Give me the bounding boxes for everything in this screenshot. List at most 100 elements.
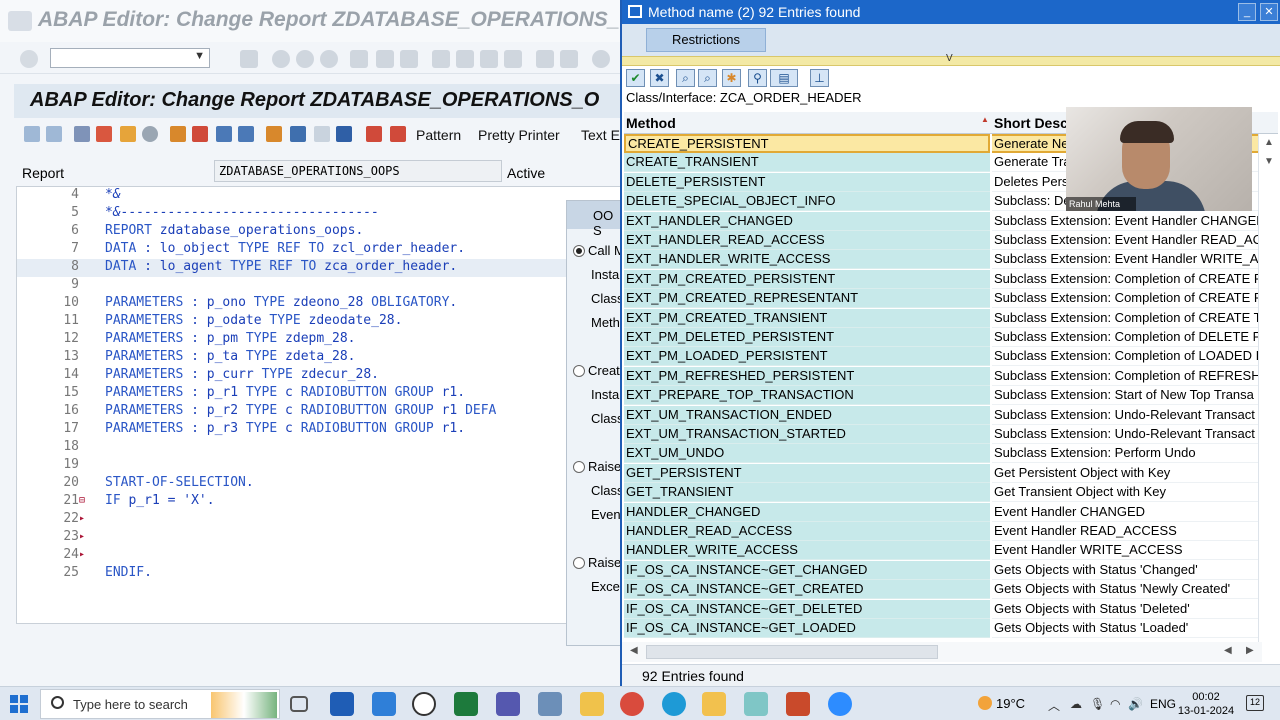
short-description-cell[interactable]: Gets Objects with Status 'Deleted' [992,599,1258,619]
scroll-right-icon[interactable]: ▶ [1246,645,1254,656]
cancel-icon[interactable] [320,50,338,68]
method-name-cell[interactable]: IF_OS_CA_INSTANCE~GET_LOADED [624,619,990,638]
checkmark-icon[interactable]: ✔ [626,69,645,87]
scroll-left-end-icon[interactable]: ◀ [1224,645,1232,656]
close-icon[interactable]: ✕ [1260,3,1278,21]
vertical-scrollbar[interactable]: ▲ ▼ [1258,134,1278,644]
table-row[interactable]: EXT_PM_CREATED_PERSISTENT Subclass Extens… [624,269,1258,289]
short-description-cell[interactable]: Subclass Extension: Event Handler CHANGE… [992,211,1258,231]
code-line[interactable]: 15 PARAMETERS : p_r1 TYPE c RADIOBUTTON G… [17,385,627,403]
code-line[interactable]: 16 PARAMETERS : p_r2 TYPE c RADIOBUTTON G… [17,403,627,421]
notes-app-icon[interactable] [744,692,768,716]
radio-button[interactable] [573,245,585,257]
method-name-cell[interactable]: IF_OS_CA_INSTANCE~GET_DELETED [624,599,990,619]
table-row[interactable]: IF_OS_CA_INSTANCE~GET_CREATED Gets Object… [624,580,1258,600]
table-row[interactable]: GET_PERSISTENT Get Persistent Object with… [624,463,1258,483]
table-row[interactable]: EXT_PREPARE_TOP_TRANSACTION Subclass Exte… [624,386,1258,406]
pattern-button[interactable]: Pattern [416,127,461,143]
prev-page-icon[interactable] [456,50,474,68]
column-header-short-description[interactable]: Short Desc [994,115,1068,131]
short-description-cell[interactable]: Subclass Extension: Undo-Relevant Transa… [992,425,1258,444]
method-name-cell[interactable]: IF_OS_CA_INSTANCE~GET_CHANGED [624,560,990,580]
code-line[interactable]: 22 ▸ [17,511,627,529]
help-icon[interactable] [592,50,610,68]
short-description-cell[interactable]: Event Handler READ_ACCESS [992,522,1258,541]
table-row[interactable]: EXT_HANDLER_CHANGED Subclass Extension: E… [624,211,1258,231]
excel-app-icon[interactable] [454,692,478,716]
short-description-cell[interactable]: Gets Objects with Status 'Changed' [992,560,1258,580]
method-name-cell[interactable]: EXT_PM_CREATED_PERSISTENT [624,269,990,289]
table-row[interactable]: EXT_HANDLER_READ_ACCESS Subclass Extensio… [624,231,1258,250]
code-line[interactable]: 19 [17,457,627,475]
network-icon[interactable]: ☁ [1070,697,1082,711]
window-icon[interactable] [314,126,330,142]
find-icon[interactable]: ⌕ [676,69,695,87]
filter-icon[interactable]: ⚲ [748,69,767,87]
short-description-cell[interactable]: Subclass Extension: Undo-Relevant Transa… [992,405,1258,425]
table-row[interactable]: IF_OS_CA_INSTANCE~GET_DELETED Gets Object… [624,599,1258,619]
fold-marker-icon[interactable]: ⊟ [79,495,91,506]
pin-icon[interactable]: ⊥ [810,69,829,87]
scroll-down-icon[interactable]: ▼ [1264,156,1274,167]
short-description-cell[interactable]: Gets Objects with Status 'Newly Created' [992,580,1258,600]
back-icon[interactable] [272,50,290,68]
teams-app-icon[interactable] [496,692,520,716]
method-name-cell[interactable]: DELETE_PERSISTENT [624,172,990,192]
table-row[interactable]: EXT_UM_TRANSACTION_ENDED Subclass Extensi… [624,405,1258,425]
table-row[interactable]: EXT_UM_UNDO Subclass Extension: Perform U… [624,444,1258,464]
new-entry-icon[interactable]: ✱ [722,69,741,87]
minimize-icon[interactable]: _ [1238,3,1256,21]
short-description-cell[interactable]: Subclass Extension: Perform Undo [992,444,1258,464]
check-icon[interactable] [142,126,158,142]
radio-button[interactable] [573,461,585,473]
table-row[interactable]: IF_OS_CA_INSTANCE~GET_CHANGED Gets Object… [624,560,1258,580]
code-line[interactable]: 25 ENDIF. [17,565,627,583]
method-name-cell[interactable]: EXT_PM_CREATED_TRANSIENT [624,308,990,328]
code-line[interactable]: 23 ▸ [17,529,627,547]
code-line[interactable]: 24 ▸ [17,547,627,565]
file-explorer-app-icon[interactable] [580,692,604,716]
powerpoint-app-icon[interactable] [786,692,810,716]
first-page-icon[interactable] [432,50,450,68]
code-line[interactable]: 7 DATA : lo_object TYPE REF TO zcl_order_… [17,241,627,259]
table-row[interactable]: EXT_PM_REFRESHED_PERSISTENT Subclass Exte… [624,366,1258,386]
short-description-cell[interactable]: Event Handler CHANGED [992,502,1258,522]
code-line[interactable]: 4 *& [17,187,627,205]
language-indicator[interactable]: ENG [1150,697,1176,711]
new-session-icon[interactable] [536,50,554,68]
where-used-icon[interactable] [216,126,232,142]
table-row[interactable]: HANDLER_WRITE_ACCESS Event Handler WRITE_… [624,541,1258,561]
table-row[interactable]: EXT_UM_TRANSACTION_STARTED Subclass Exten… [624,425,1258,444]
text-elements-button[interactable]: Text E [581,127,620,143]
active-inactive-icon[interactable] [96,126,112,142]
pattern-option[interactable]: Raise [573,555,621,570]
table-row[interactable]: EXT_HANDLER_WRITE_ACCESS Subclass Extensi… [624,250,1258,270]
method-name-cell[interactable]: HANDLER_READ_ACCESS [624,522,990,541]
sap-gui-app-icon[interactable] [702,692,726,716]
code-line[interactable]: 17 PARAMETERS : p_r3 TYPE c RADIOBUTTON G… [17,421,627,439]
report-name-field[interactable]: ZDATABASE_OPERATIONS_OOPS [214,160,502,182]
volume-icon[interactable]: 🔊 [1128,697,1143,711]
short-description-cell[interactable]: Subclass Extension: Event Handler READ_A… [992,231,1258,250]
method-name-cell[interactable]: EXT_PREPARE_TOP_TRANSACTION [624,386,990,406]
fold-marker-icon[interactable]: ▸ [79,531,91,542]
session-breakpoint-icon[interactable] [390,126,406,142]
collapse-icon[interactable]: V [946,53,953,64]
notification-icon[interactable]: 12 [1246,695,1264,711]
code-line[interactable]: 13 PARAMETERS : p_ta TYPE zdeta_28. [17,349,627,367]
display-change-icon[interactable] [74,126,90,142]
code-line[interactable]: 5 *&--------------------------------- [17,205,627,223]
radio-button[interactable] [573,557,585,569]
print-icon[interactable]: ▤ [770,69,798,87]
last-page-icon[interactable] [504,50,522,68]
enter-icon[interactable] [20,50,38,68]
method-name-cell[interactable]: EXT_HANDLER_READ_ACCESS [624,231,990,250]
method-name-cell[interactable]: HANDLER_WRITE_ACCESS [624,541,990,561]
mail-app-icon[interactable] [330,692,354,716]
horizontal-scrollbar[interactable]: ◀ ◀ ▶ [622,642,1262,662]
table-row[interactable]: GET_TRANSIENT Get Transient Object with K… [624,483,1258,503]
short-description-cell[interactable]: Subclass Extension: Completion of REFRES… [992,366,1258,386]
save-icon[interactable] [240,50,258,68]
code-line[interactable]: 6 REPORT zdatabase_operations_oops. [17,223,627,241]
activate-icon[interactable] [170,126,186,142]
